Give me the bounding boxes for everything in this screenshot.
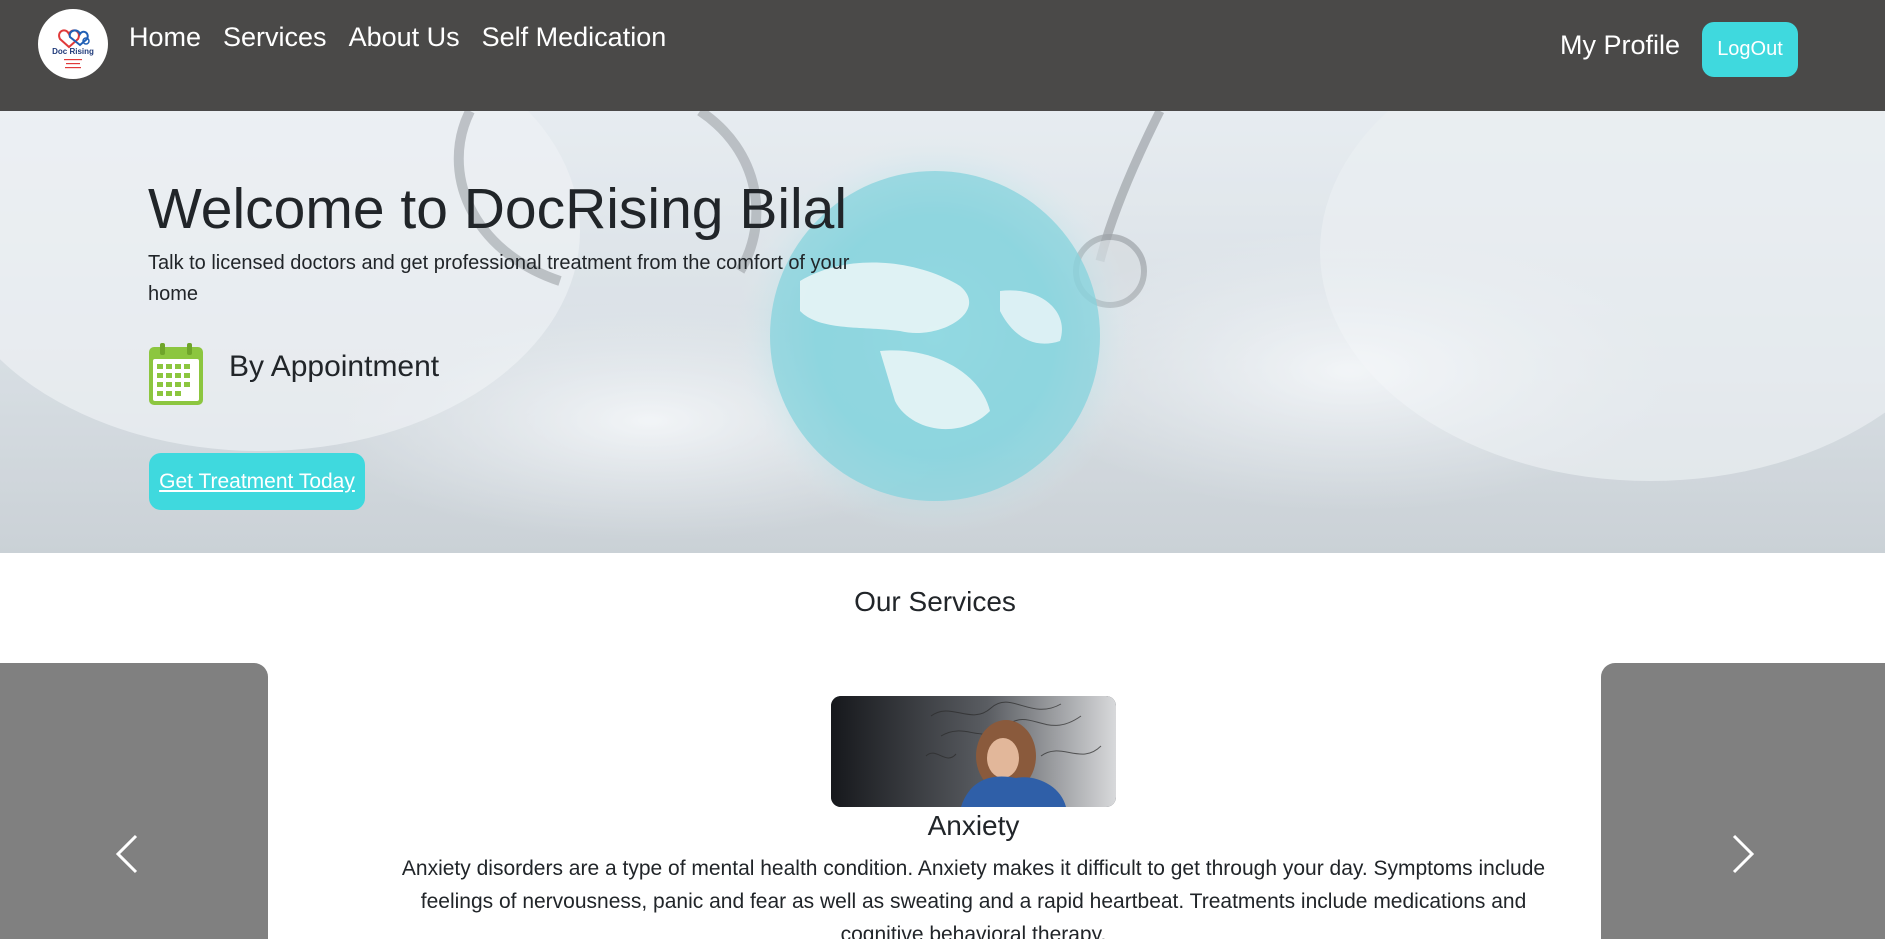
nav-self-medication[interactable]: Self Medication <box>482 22 667 53</box>
service-description: Anxiety disorders are a type of mental h… <box>401 857 1546 939</box>
nav-home[interactable]: Home <box>129 22 201 53</box>
calendar-icon <box>149 343 203 405</box>
hero-title: Welcome to DocRising Bilal <box>148 177 848 241</box>
appointment-label: By Appointment <box>229 350 440 383</box>
carousel-prev-button[interactable] <box>0 663 268 939</box>
chevron-right-icon <box>1732 834 1755 874</box>
nav-about-us[interactable]: About Us <box>349 22 460 53</box>
nav-services[interactable]: Services <box>223 22 327 53</box>
logo-mark-icon <box>58 29 90 69</box>
logout-button[interactable]: LogOut <box>1702 22 1798 77</box>
hero-subtitle: Talk to licensed doctors and get profess… <box>148 252 850 305</box>
main-nav: Home Services About Us Self Medication <box>129 22 666 53</box>
brand-logo[interactable]: Doc Rising <box>38 9 108 79</box>
anxiety-service-image <box>831 696 1116 807</box>
anxiety-illustration <box>831 696 1116 807</box>
get-treatment-button[interactable]: Get Treatment Today <box>149 453 365 510</box>
services-section-title: Our Services <box>854 586 1016 617</box>
logo-text: Doc Rising <box>52 47 94 56</box>
navbar: Doc Rising Home Services About Us Self M… <box>0 0 1885 111</box>
my-profile-link[interactable]: My Profile <box>1560 30 1680 61</box>
hero-banner: Welcome to DocRising Bilal Talk to licen… <box>0 111 1885 553</box>
carousel-next-button[interactable] <box>1601 663 1885 939</box>
